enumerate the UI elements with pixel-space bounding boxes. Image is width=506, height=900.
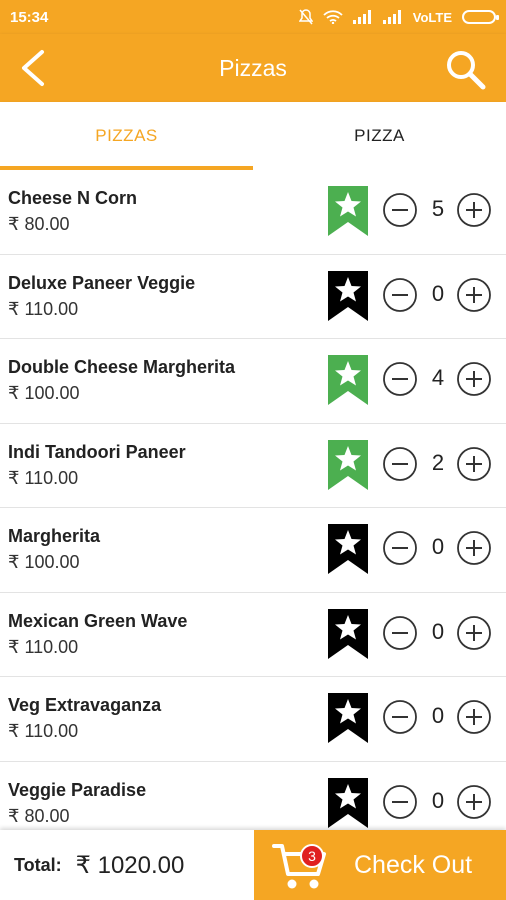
signal-icon-2	[382, 10, 401, 24]
item-price: ₹ 110.00	[8, 721, 79, 741]
item-quantity: 0	[431, 280, 445, 306]
item-name: Double Cheese Margherita	[8, 357, 236, 377]
plus-circle-icon[interactable]	[456, 446, 492, 482]
signal-icon	[352, 10, 371, 24]
network-type: VoLTE	[412, 9, 452, 25]
item-name: Mexican Green Wave	[8, 610, 188, 631]
item-price: ₹ 100.00	[8, 383, 80, 403]
total-area: Total: ₹ 1020.00	[0, 830, 254, 900]
tab-bar: PIZZAS PIZZA	[0, 102, 506, 170]
item-name: Margherita	[8, 526, 101, 546]
plus-circle-icon[interactable]	[456, 615, 492, 651]
list-item: Indi Tandoori Paneer ₹ 110.00 2	[0, 423, 506, 508]
list-item: Deluxe Paneer Veggie ₹ 110.00 0	[0, 254, 506, 339]
minus-circle-icon[interactable]	[382, 615, 418, 651]
total-value: ₹ 1020.00	[75, 851, 185, 879]
status-time: 15:34	[10, 8, 49, 26]
minus-circle-icon[interactable]	[382, 699, 418, 735]
list-item: Double Cheese Margherita ₹ 100.00 4	[0, 339, 506, 424]
bookmark-star-icon[interactable]	[326, 776, 370, 830]
item-price: ₹ 80.00	[8, 214, 70, 234]
status-icons: VoLTE	[298, 9, 499, 25]
item-name: Indi Tandoori Paneer	[8, 441, 186, 462]
minus-circle-icon[interactable]	[382, 784, 418, 820]
bookmark-star-icon[interactable]	[326, 184, 370, 238]
item-price: ₹ 110.00	[8, 298, 79, 319]
item-quantity: 0	[431, 534, 445, 559]
app-bar: Pizzas	[0, 34, 506, 102]
checkout-label: Check Out	[354, 851, 473, 879]
item-quantity: 4	[431, 365, 445, 390]
list-item: Margherita ₹ 100.00 0	[0, 508, 506, 593]
checkout-button[interactable]: 3 Check Out	[254, 830, 506, 900]
minus-circle-icon[interactable]	[382, 192, 418, 228]
minus-circle-icon[interactable]	[382, 277, 418, 313]
bookmark-star-icon[interactable]	[326, 438, 370, 492]
plus-circle-icon[interactable]	[456, 699, 492, 735]
plus-circle-icon[interactable]	[456, 277, 492, 313]
plus-circle-icon[interactable]	[456, 530, 492, 566]
page-title: Pizzas	[219, 54, 287, 81]
bookmark-star-icon[interactable]	[326, 353, 370, 407]
minus-circle-icon[interactable]	[382, 446, 418, 482]
item-name: Deluxe Paneer Veggie	[8, 272, 196, 293]
bottom-bar: Total: ₹ 1020.00 3 Check Out	[0, 830, 506, 900]
bookmark-star-icon[interactable]	[326, 607, 370, 661]
back-arrow-icon[interactable]	[16, 48, 52, 88]
item-name: Veg Extravaganza	[8, 695, 162, 715]
minus-circle-icon[interactable]	[382, 530, 418, 566]
item-price: ₹ 110.00	[8, 636, 79, 657]
item-quantity: 0	[431, 787, 445, 813]
list-item: Cheese N Corn ₹ 80.00 5	[0, 170, 506, 255]
bookmark-star-icon[interactable]	[326, 522, 370, 576]
item-quantity: 2	[431, 449, 445, 475]
plus-circle-icon[interactable]	[456, 784, 492, 820]
list-item: Mexican Green Wave ₹ 110.00 0	[0, 592, 506, 677]
plus-circle-icon[interactable]	[456, 361, 492, 397]
minus-circle-icon[interactable]	[382, 361, 418, 397]
item-quantity: 5	[431, 196, 445, 221]
item-price: ₹ 110.00	[8, 467, 79, 488]
list-item: Veg Extravaganza ₹ 110.00 0	[0, 677, 506, 762]
item-price: ₹ 80.00	[8, 805, 70, 826]
status-bar: 15:34 VoLTE	[0, 0, 506, 34]
battery-icon	[462, 10, 499, 24]
item-price: ₹ 100.00	[8, 552, 80, 572]
list-item: Veggie Paradise ₹ 80.00 0	[0, 761, 506, 830]
tab-pizza[interactable]: PIZZA	[253, 102, 506, 170]
item-list: Cheese N Corn ₹ 80.00 5 Deluxe Paneer Ve…	[0, 170, 506, 830]
item-name: Cheese N Corn	[8, 188, 138, 208]
bookmark-star-icon[interactable]	[326, 269, 370, 323]
item-quantity: 0	[431, 703, 445, 728]
item-name: Veggie Paradise	[8, 779, 147, 800]
mute-icon	[298, 9, 313, 25]
search-icon[interactable]	[444, 48, 486, 90]
cart-count-badge: 3	[300, 844, 324, 868]
total-label: Total:	[14, 854, 62, 875]
bookmark-star-icon[interactable]	[326, 691, 370, 745]
plus-circle-icon[interactable]	[456, 192, 492, 228]
wifi-icon	[323, 10, 343, 24]
item-quantity: 0	[431, 618, 445, 644]
tab-pizzas[interactable]: PIZZAS	[0, 102, 253, 170]
